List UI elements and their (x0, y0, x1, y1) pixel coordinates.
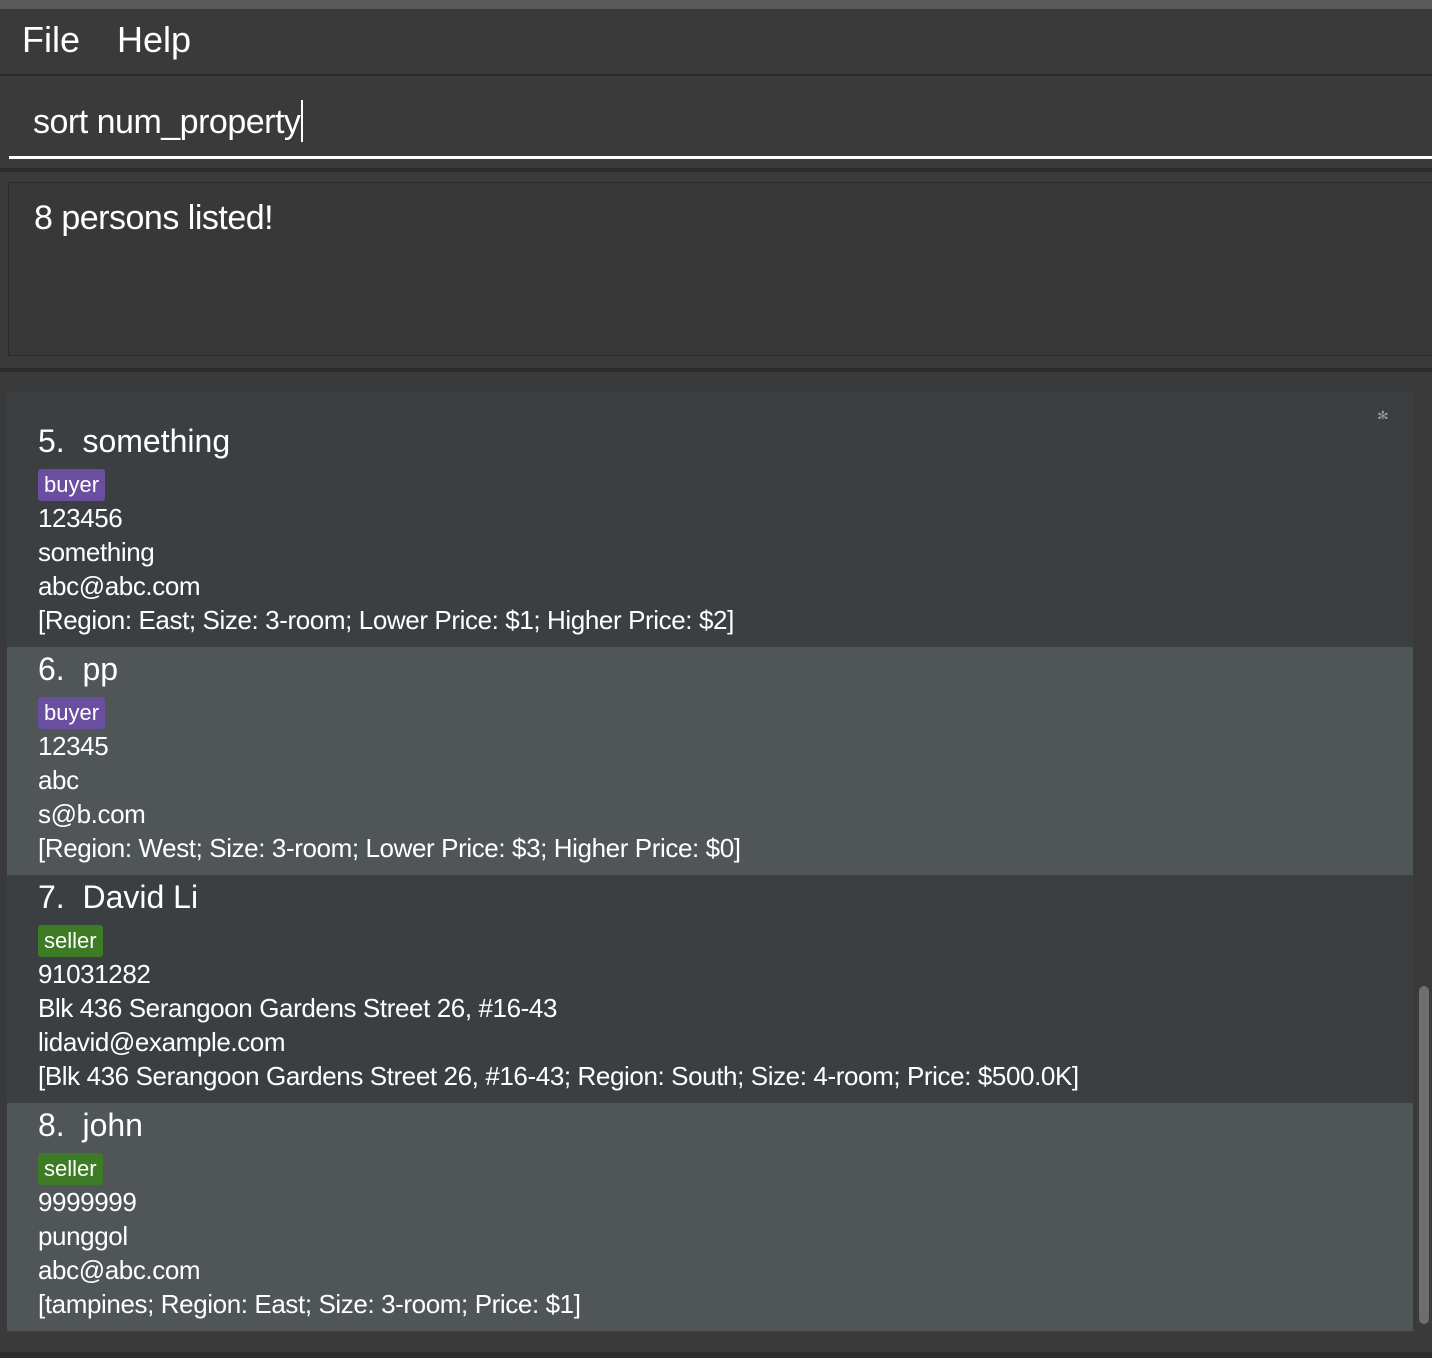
person-tag: buyer (38, 697, 106, 729)
person-email: abc@abc.com (38, 1255, 201, 1285)
person-tag: buyer (38, 469, 106, 501)
person-card[interactable]: 5. something buyer 123456 something abc@… (7, 419, 1413, 647)
menu-help[interactable]: Help (117, 19, 191, 61)
person-email: lidavid@example.com (38, 1027, 286, 1057)
person-address: Blk 436 Serangoon Gardens Street 26, #16… (38, 993, 558, 1023)
person-phone: 9999999 (38, 1187, 137, 1217)
command-input[interactable]: sort num_property (9, 76, 1432, 159)
person-name: 6. pp (38, 651, 119, 687)
person-address: punggol (38, 1221, 128, 1251)
person-card[interactable]: 7. David Li seller 91031282 Blk 436 Sera… (7, 875, 1413, 1103)
command-box-area: sort num_property (0, 76, 1432, 168)
window-bottom-edge (0, 1352, 1432, 1358)
command-input-text: sort num_property (33, 103, 301, 141)
result-display-area: 8 persons listed! (0, 172, 1432, 368)
window-top-edge (0, 0, 1432, 9)
result-message: 8 persons listed! (34, 199, 274, 237)
person-address: something (38, 537, 155, 567)
person-phone: 123456 (38, 503, 123, 533)
person-card[interactable]: 6. pp buyer 12345 abc s@b.com [Region: W… (7, 647, 1413, 875)
menu-bar: File Help (0, 9, 1432, 76)
person-email: s@b.com (38, 799, 146, 829)
menu-file[interactable]: File (22, 19, 80, 61)
person-list-area: ✻ 5. something buyer 123456 something ab… (0, 372, 1432, 1358)
person-tag: seller (38, 925, 103, 957)
person-name: 7. David Li (38, 879, 199, 915)
list-scrollbar[interactable] (1416, 392, 1432, 1332)
person-phone: 12345 (38, 731, 109, 761)
person-property: [tampines; Region: East; Size: 3-room; P… (38, 1289, 581, 1319)
person-name: 5. something (38, 423, 231, 459)
person-property: [Region: East; Size: 3-room; Lower Price… (38, 605, 734, 635)
person-email: abc@abc.com (38, 571, 201, 601)
result-display[interactable]: 8 persons listed! (8, 182, 1432, 356)
person-name: 8. john (38, 1107, 143, 1143)
person-phone: 91031282 (38, 959, 151, 989)
scrollbar-thumb[interactable] (1419, 986, 1429, 1324)
person-property: [Region: West; Size: 3-room; Lower Price… (38, 833, 741, 863)
text-caret (301, 100, 304, 142)
person-address: abc (38, 765, 79, 795)
person-card[interactable]: 8. john seller 9999999 punggol abc@abc.c… (7, 1103, 1413, 1331)
person-tag: seller (38, 1153, 103, 1185)
person-property: [Blk 436 Serangoon Gardens Street 26, #1… (38, 1061, 1079, 1091)
person-list[interactable]: ✻ 5. something buyer 123456 something ab… (7, 392, 1413, 1332)
